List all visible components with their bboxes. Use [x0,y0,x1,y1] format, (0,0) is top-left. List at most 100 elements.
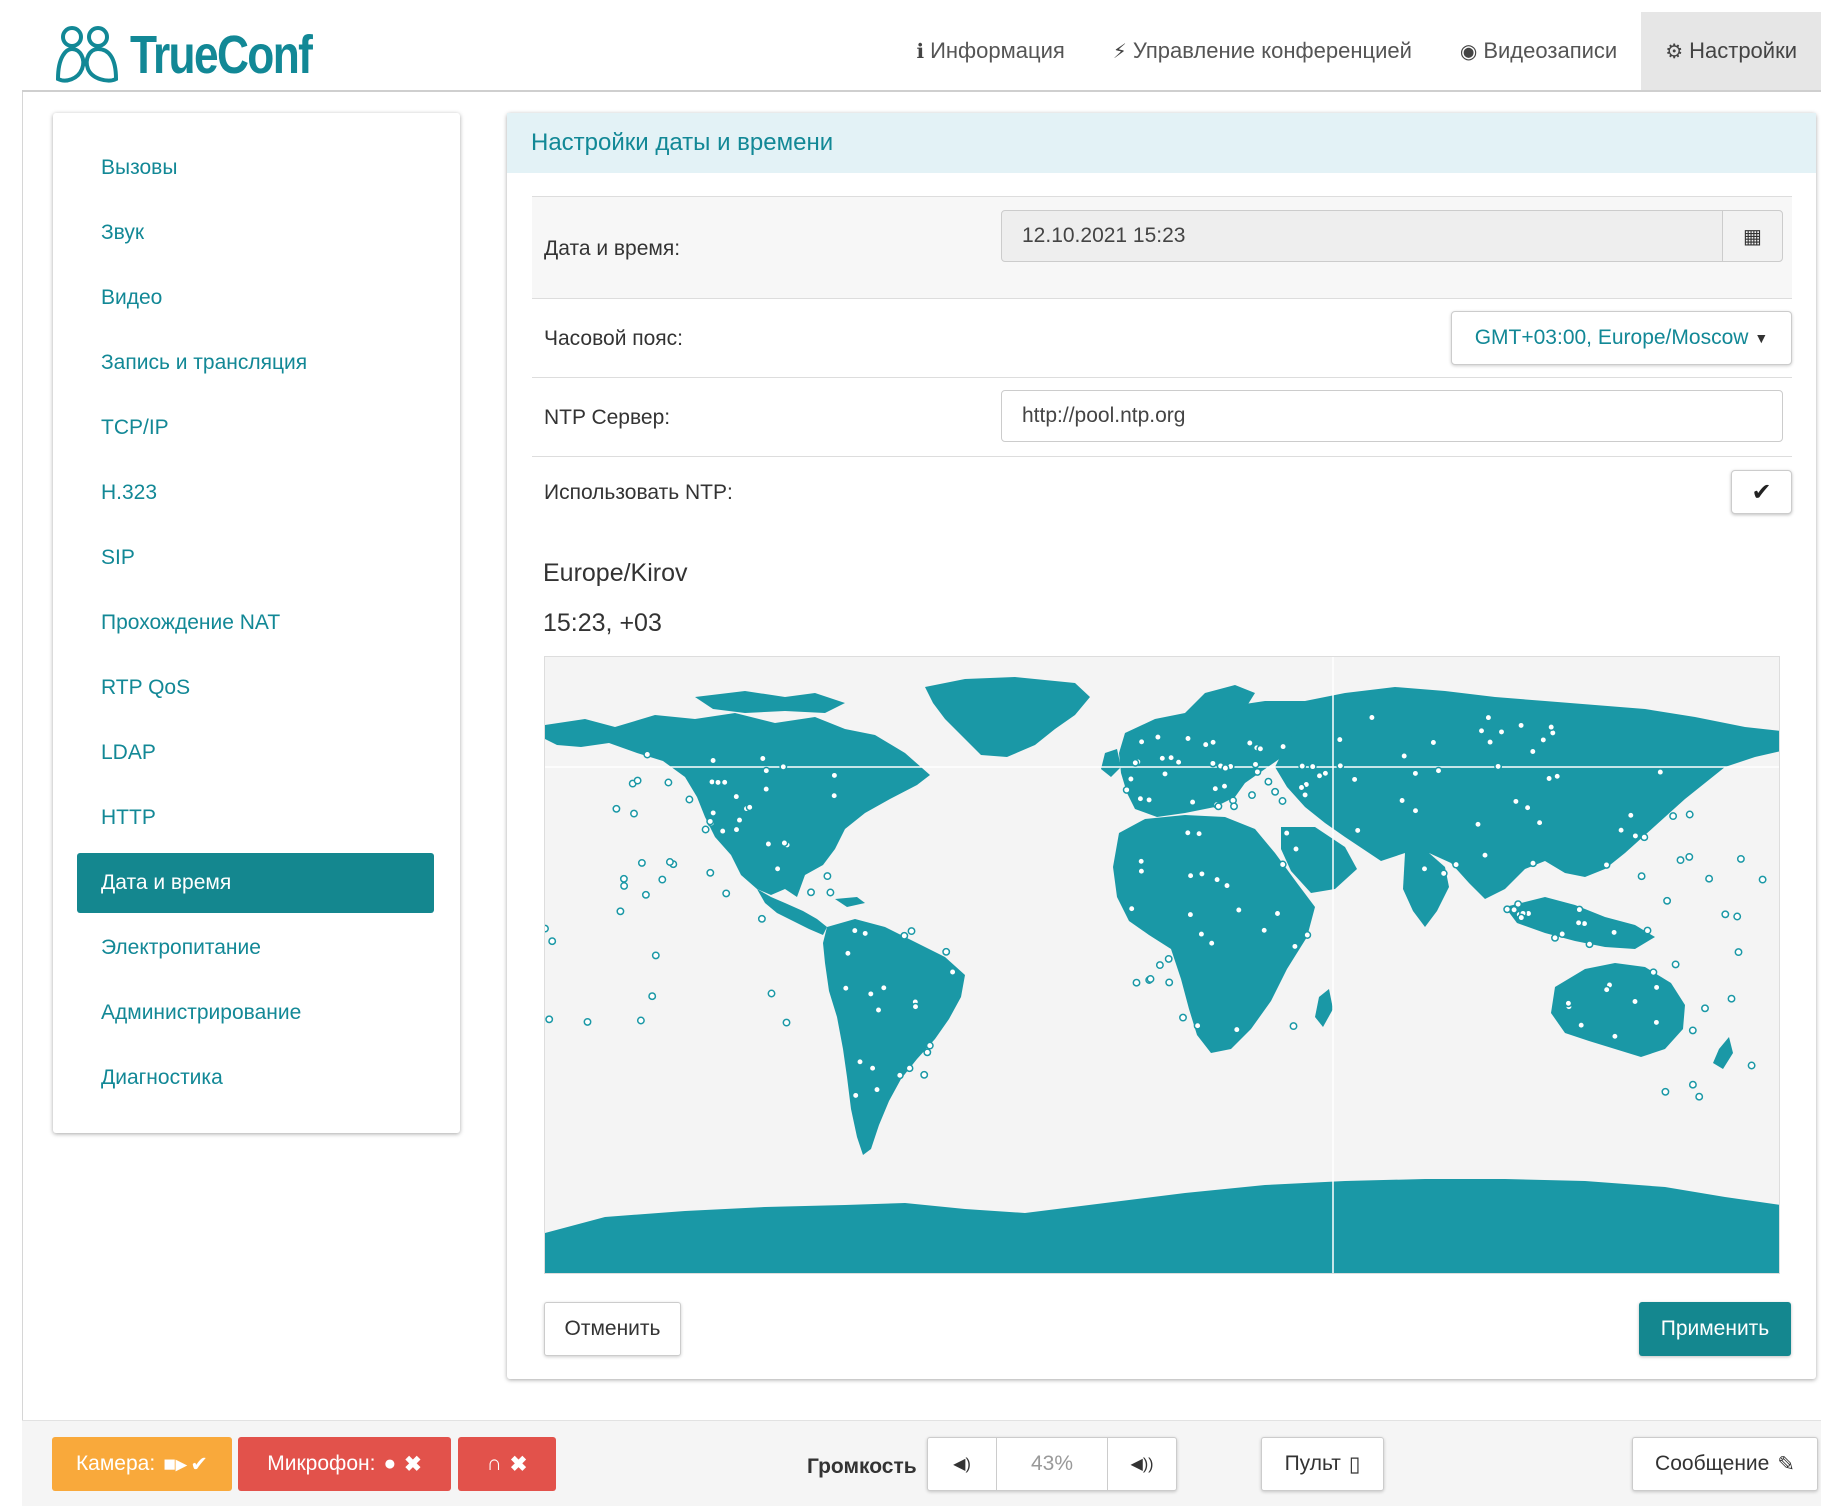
city-marker[interactable] [1292,845,1300,853]
city-marker[interactable] [900,931,909,940]
city-marker[interactable] [1195,829,1204,838]
city-marker[interactable] [873,1085,881,1094]
city-marker[interactable] [1253,767,1262,776]
cancel-button[interactable]: Отменить [544,1302,681,1356]
city-marker[interactable] [1248,791,1256,800]
city-marker[interactable] [823,872,832,881]
city-marker[interactable] [1301,790,1310,799]
logo[interactable]: TrueConf [52,18,351,92]
city-marker[interactable] [1736,854,1745,863]
city-marker[interactable] [830,791,839,800]
city-marker[interactable] [782,1018,791,1027]
city-marker[interactable] [1517,913,1526,922]
world-map-graphic[interactable] [545,657,1780,1274]
city-marker[interactable] [1558,930,1567,938]
city-marker[interactable] [879,983,888,992]
sidebar-item-h323[interactable]: H.323 [77,463,434,523]
city-marker[interactable] [1336,761,1345,770]
camera-button[interactable]: Камера: ■▸ ✔ [52,1437,232,1491]
city-marker[interactable] [1282,829,1291,838]
city-marker[interactable] [714,778,722,787]
microphone-button[interactable]: Микрофон: ● ✖ [238,1437,451,1491]
city-marker[interactable] [780,839,789,847]
city-marker[interactable] [1547,723,1556,732]
city-marker[interactable] [1484,713,1493,722]
city-marker[interactable] [648,992,657,1001]
city-marker[interactable] [718,827,727,836]
city-marker[interactable] [826,888,835,897]
city-marker[interactable] [616,907,625,916]
city-marker[interactable] [1545,774,1554,783]
city-marker[interactable] [1585,940,1594,949]
city-marker[interactable] [1197,930,1206,939]
city-marker[interactable] [843,949,852,958]
city-marker[interactable] [942,947,951,956]
city-marker[interactable] [709,756,718,765]
city-marker[interactable] [1197,869,1206,878]
city-marker[interactable] [1136,794,1145,803]
ntp-server-input[interactable]: http://pool.ntp.org [1001,390,1783,442]
city-marker[interactable] [1131,758,1140,767]
city-marker[interactable] [1523,803,1532,812]
city-marker[interactable] [1186,871,1195,880]
sidebar-item-ldap[interactable]: LDAP [77,723,434,783]
city-marker[interactable] [1617,826,1626,835]
city-marker[interactable] [735,816,744,825]
city-marker[interactable] [545,924,549,933]
city-marker[interactable] [709,808,718,817]
city-marker[interactable] [1278,797,1287,805]
city-marker[interactable] [1602,985,1611,994]
city-marker[interactable] [1251,760,1260,769]
city-marker[interactable] [1643,926,1652,935]
city-marker[interactable] [1494,762,1503,771]
city-marker[interactable] [1535,818,1544,827]
city-marker[interactable] [907,927,916,936]
sidebar-item-sound[interactable]: Звук [77,203,434,263]
city-marker[interactable] [637,858,646,867]
volume-down-button[interactable]: ◀︎) [928,1438,996,1490]
city-marker[interactable] [1517,721,1526,730]
city-marker[interactable] [720,778,729,787]
city-marker[interactable] [1637,872,1646,881]
city-marker[interactable] [1350,775,1359,784]
city-marker[interactable] [1649,968,1658,977]
city-marker[interactable] [1264,777,1273,786]
city-marker[interactable] [1256,744,1265,753]
city-marker[interactable] [1155,961,1164,970]
city-marker[interactable] [1234,906,1243,914]
city-marker[interactable] [1297,783,1306,792]
city-marker[interactable] [1183,828,1192,837]
sidebar-item-admin[interactable]: Администрирование [77,983,434,1043]
city-marker[interactable] [1132,978,1141,987]
city-marker[interactable] [1439,869,1448,878]
city-marker[interactable] [1661,1087,1670,1096]
city-marker[interactable] [1486,738,1495,747]
city-marker[interactable] [911,1002,920,1011]
city-marker[interactable] [1695,1092,1704,1101]
city-marker[interactable] [1747,1061,1756,1070]
city-marker[interactable] [1528,747,1537,756]
city-marker[interactable] [619,874,628,883]
city-marker[interactable] [866,989,875,998]
city-marker[interactable] [1321,769,1330,778]
city-marker[interactable] [1209,738,1218,747]
city-marker[interactable] [1167,753,1176,762]
city-marker[interactable] [861,929,870,938]
city-marker[interactable] [1477,726,1486,735]
city-marker[interactable] [732,825,741,834]
city-marker[interactable] [1551,933,1559,942]
city-marker[interactable] [1223,881,1231,890]
city-marker[interactable] [874,1006,883,1014]
city-marker[interactable] [758,754,767,763]
city-marker[interactable] [948,968,957,976]
city-marker[interactable] [1137,857,1146,866]
city-marker[interactable] [762,766,771,775]
sidebar-item-sip[interactable]: SIP [77,528,434,588]
city-marker[interactable] [850,926,859,935]
city-marker[interactable] [1474,820,1482,829]
city-marker[interactable] [1671,960,1680,969]
city-marker[interactable] [1669,812,1678,821]
city-marker[interactable] [1137,867,1146,876]
city-marker[interactable] [1420,864,1429,873]
city-marker[interactable] [1214,802,1223,811]
